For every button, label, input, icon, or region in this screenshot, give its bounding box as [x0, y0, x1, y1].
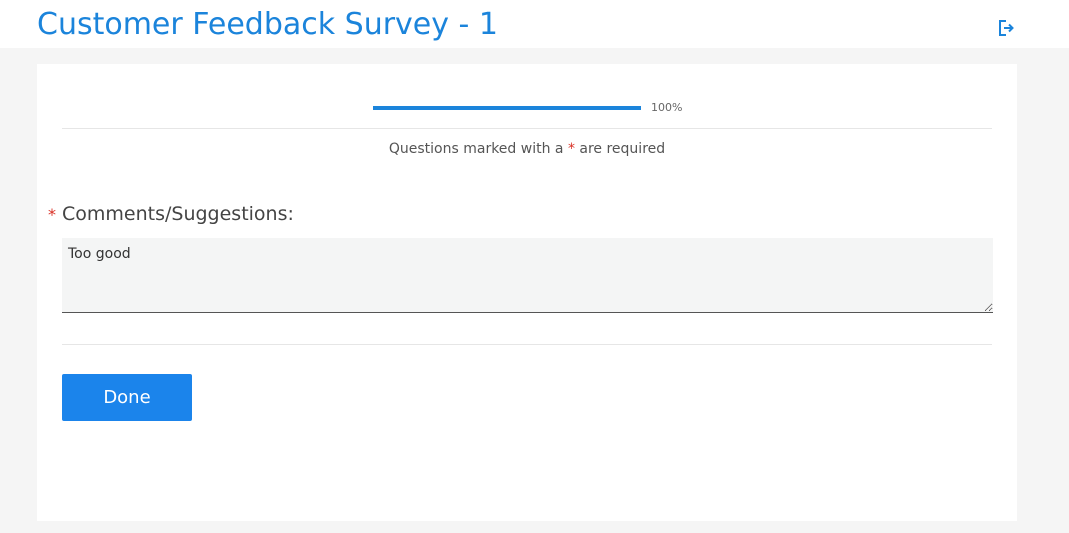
- logout-icon[interactable]: [996, 18, 1016, 38]
- question-label: * Comments/Suggestions:: [48, 202, 294, 227]
- required-note-star: *: [567, 141, 575, 157]
- progress-label: 100%: [651, 101, 683, 114]
- required-star: *: [48, 205, 56, 224]
- progress-indicator: 100%: [373, 100, 693, 116]
- progress-track: [373, 106, 641, 110]
- question-text: Comments/Suggestions:: [62, 203, 294, 225]
- comments-textarea[interactable]: Too good: [62, 238, 993, 313]
- required-note-prefix: Questions marked with a: [388, 141, 568, 157]
- required-note-suffix: are required: [574, 141, 666, 157]
- top-divider: [62, 128, 992, 129]
- page-title: Customer Feedback Survey - 1: [37, 7, 499, 42]
- bottom-divider: [62, 344, 992, 345]
- required-note: Questions marked with a * are required: [87, 140, 967, 158]
- survey-card: 100% Questions marked with a * are requi…: [37, 64, 1017, 521]
- progress-fill: [373, 106, 641, 110]
- header: Customer Feedback Survey - 1: [0, 0, 1069, 48]
- done-button[interactable]: Done: [62, 374, 192, 421]
